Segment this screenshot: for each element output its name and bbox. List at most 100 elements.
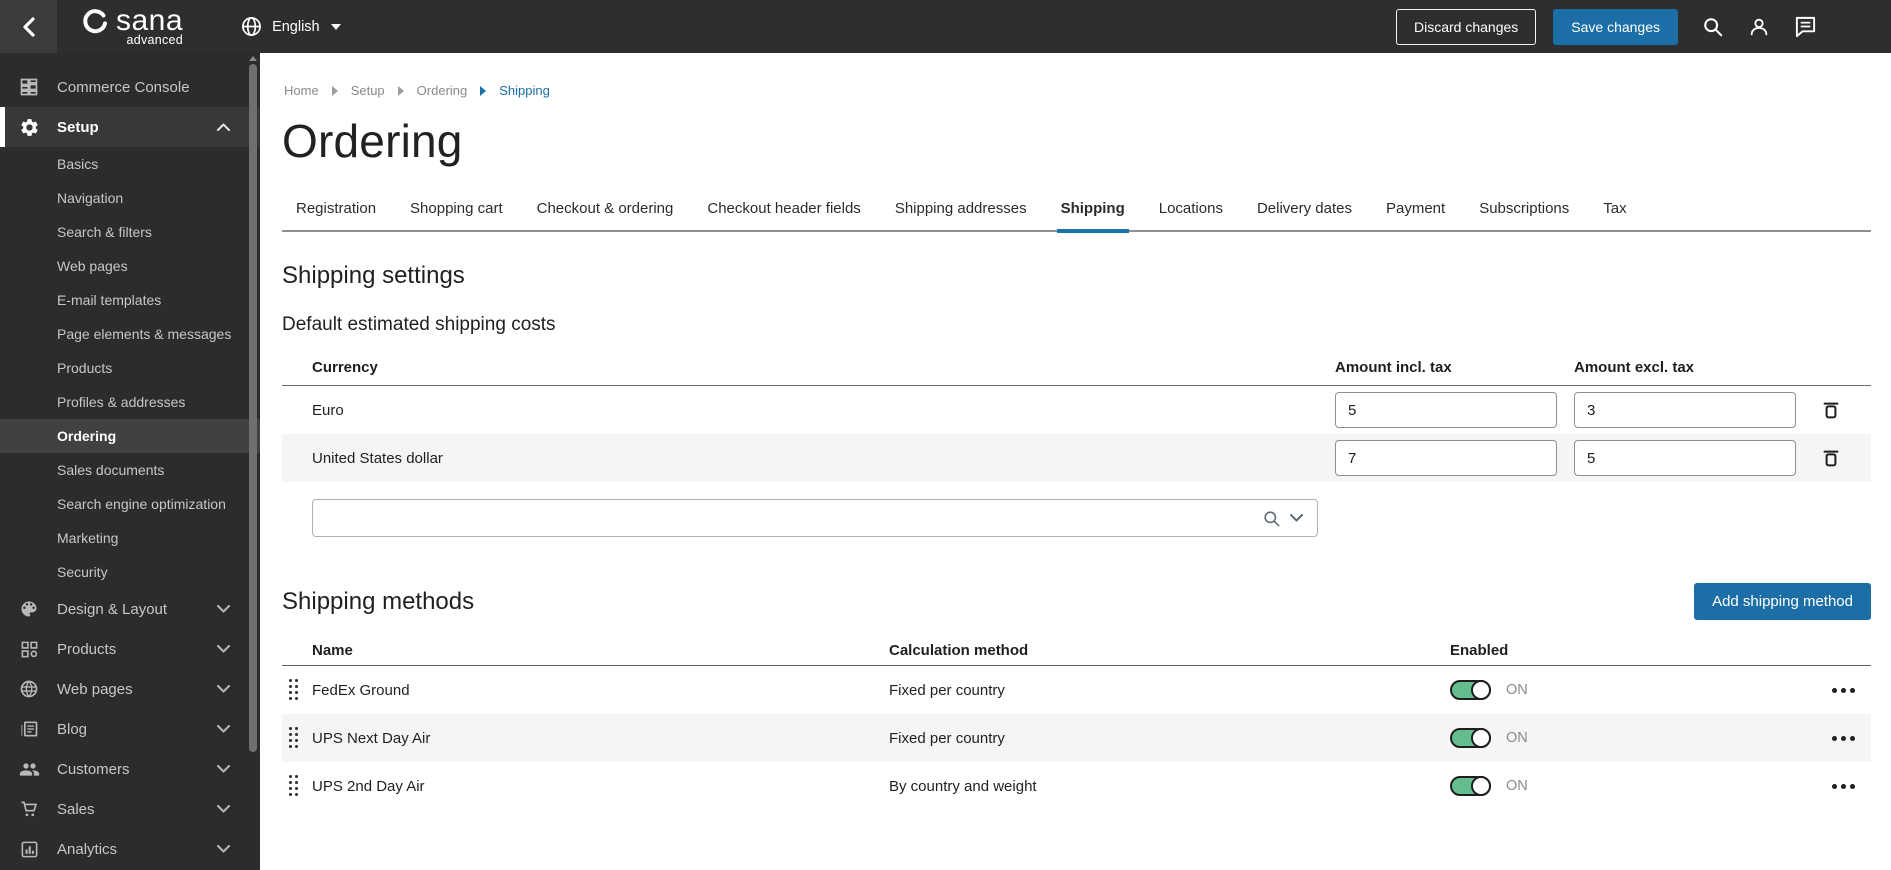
sidebar-item-label: Web pages <box>57 680 133 698</box>
toggle-state-label: ON <box>1506 778 1528 794</box>
shipping-methods-table-header: Name Calculation method Enabled <box>282 636 1871 666</box>
subitem-label: Ordering <box>57 428 117 444</box>
tab-delivery-dates[interactable]: Delivery dates <box>1257 200 1352 230</box>
save-changes-button[interactable]: Save changes <box>1553 8 1678 45</box>
subitem-label: Basics <box>57 156 99 172</box>
row-menu-button[interactable] <box>1832 732 1855 745</box>
table-row-euro: Euro <box>282 386 1871 434</box>
scrollbar-up-arrow[interactable] <box>248 56 257 61</box>
sidebar-item-design-layout[interactable]: Design & Layout <box>0 589 260 629</box>
table-row-usd: United States dollar <box>282 434 1871 482</box>
globe-icon <box>18 679 40 699</box>
main-content: Home Setup Ordering Shipping Ordering Re… <box>260 53 1891 870</box>
discard-changes-button[interactable]: Discard changes <box>1395 8 1537 45</box>
feedback-chat-icon[interactable] <box>1794 15 1817 38</box>
drag-handle-icon[interactable] <box>289 679 299 701</box>
breadcrumb: Home Setup Ordering Shipping <box>284 83 1871 98</box>
sidebar-subitem-profiles-addresses[interactable]: Profiles & addresses <box>0 385 260 419</box>
tab-checkout-header-fields[interactable]: Checkout header fields <box>707 200 860 230</box>
row-menu-button[interactable] <box>1832 780 1855 793</box>
dashboard-icon <box>18 77 40 97</box>
add-currency-dropdown[interactable] <box>312 499 1318 537</box>
calculation-method: Fixed per country <box>889 681 1005 699</box>
chevron-up-icon <box>217 123 230 131</box>
toggle-state-label: ON <box>1506 682 1528 698</box>
sidebar-subitem-email-templates[interactable]: E-mail templates <box>0 283 260 317</box>
amount-excl-tax-input[interactable] <box>1574 392 1796 428</box>
tab-locations[interactable]: Locations <box>1159 200 1223 230</box>
shipping-settings-heading: Shipping settings <box>282 262 465 289</box>
enabled-toggle[interactable] <box>1450 776 1491 796</box>
column-header-enabled: Enabled <box>1450 642 1509 659</box>
sidebar-item-analytics[interactable]: Analytics <box>0 829 260 869</box>
tab-bar: Registration Shopping cart Checkout & or… <box>282 200 1871 233</box>
globe-icon <box>241 16 262 37</box>
scrollbar-thumb[interactable] <box>248 64 257 752</box>
add-shipping-method-button[interactable]: Add shipping method <box>1694 583 1871 620</box>
amount-incl-tax-input[interactable] <box>1335 440 1557 476</box>
sidebar-item-commerce-console[interactable]: Commerce Console <box>0 67 260 107</box>
sidebar-subitem-page-elements-messages[interactable]: Page elements & messages <box>0 317 260 351</box>
column-header-amount-incl-tax: Amount incl. tax <box>1335 359 1452 376</box>
sidebar-subitem-sales-documents[interactable]: Sales documents <box>0 453 260 487</box>
sidebar-subitem-marketing[interactable]: Marketing <box>0 521 260 555</box>
shipping-methods-table: Name Calculation method Enabled FedEx Gr… <box>282 636 1871 810</box>
sidebar-subitem-web-pages[interactable]: Web pages <box>0 249 260 283</box>
amount-incl-tax-input[interactable] <box>1335 392 1557 428</box>
sana-logo-icon <box>82 8 109 35</box>
sidebar-subitem-ordering[interactable]: Ordering <box>0 419 260 453</box>
tab-tax[interactable]: Tax <box>1603 200 1626 230</box>
breadcrumb-home[interactable]: Home <box>284 83 319 98</box>
table-row-fedex-ground: FedEx Ground Fixed per country ON <box>282 666 1871 714</box>
shipping-methods-heading: Shipping methods <box>282 587 475 615</box>
chevron-down-icon <box>217 685 230 693</box>
sidebar-subitem-products[interactable]: Products <box>0 351 260 385</box>
sidebar-subitem-navigation[interactable]: Navigation <box>0 181 260 215</box>
breadcrumb-ordering[interactable]: Ordering <box>417 83 468 98</box>
amount-excl-tax-input[interactable] <box>1574 440 1796 476</box>
sidebar-item-blog[interactable]: Blog <box>0 709 260 749</box>
delete-row-button[interactable] <box>1820 447 1842 469</box>
breadcrumb-separator-icon <box>331 85 338 96</box>
method-name: UPS Next Day Air <box>312 729 431 747</box>
tab-payment[interactable]: Payment <box>1386 200 1445 230</box>
user-account-icon[interactable] <box>1748 16 1770 38</box>
enabled-toggle[interactable] <box>1450 680 1491 700</box>
tab-registration[interactable]: Registration <box>296 200 376 230</box>
back-button[interactable] <box>0 0 57 53</box>
sidebar-item-web-pages[interactable]: Web pages <box>0 669 260 709</box>
sidebar-item-label: Analytics <box>57 840 118 858</box>
breadcrumb-setup[interactable]: Setup <box>351 83 385 98</box>
search-icon[interactable] <box>1702 16 1724 38</box>
shopping-cart-icon <box>18 799 40 819</box>
subitem-label: Web pages <box>57 258 128 274</box>
calculation-method: Fixed per country <box>889 729 1005 747</box>
tab-shipping[interactable]: Shipping <box>1056 200 1129 233</box>
sidebar-subitem-basics[interactable]: Basics <box>0 147 260 181</box>
drag-handle-icon[interactable] <box>289 727 299 749</box>
sidebar-subitem-seo[interactable]: Search engine optimization <box>0 487 260 521</box>
tab-shipping-addresses[interactable]: Shipping addresses <box>895 200 1027 230</box>
tab-subscriptions[interactable]: Subscriptions <box>1479 200 1569 230</box>
breadcrumb-separator-icon <box>397 85 404 96</box>
tab-shopping-cart[interactable]: Shopping cart <box>410 200 503 230</box>
sidebar-item-sales[interactable]: Sales <box>0 789 260 829</box>
subitem-label: Navigation <box>57 190 124 206</box>
sidebar-subitem-security[interactable]: Security <box>0 555 260 589</box>
drag-handle-icon[interactable] <box>289 775 299 797</box>
language-selector[interactable]: English <box>241 16 342 37</box>
sidebar-subitem-search-filters[interactable]: Search & filters <box>0 215 260 249</box>
sidebar-item-setup[interactable]: Setup <box>0 107 260 147</box>
method-name: UPS 2nd Day Air <box>312 777 425 795</box>
toggle-state-label: ON <box>1506 730 1528 746</box>
enabled-toggle[interactable] <box>1450 728 1491 748</box>
delete-row-button[interactable] <box>1820 399 1842 421</box>
row-menu-button[interactable] <box>1832 684 1855 697</box>
sidebar-item-products[interactable]: Products <box>0 629 260 669</box>
tab-checkout-ordering[interactable]: Checkout & ordering <box>537 200 674 230</box>
column-header-name: Name <box>312 642 353 659</box>
logo-text: sana <box>116 4 184 37</box>
sidebar-item-customers[interactable]: Customers <box>0 749 260 789</box>
sidebar: Commerce Console Setup Basics Navigation… <box>0 53 260 870</box>
sidebar-scrollbar[interactable] <box>248 56 257 867</box>
